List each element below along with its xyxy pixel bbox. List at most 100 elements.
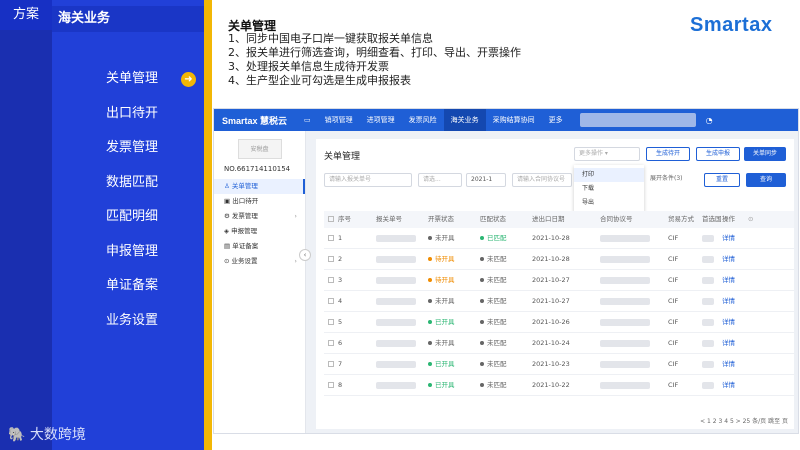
app-brand: Smartax 慧税云 bbox=[222, 115, 288, 126]
table-row[interactable]: 5 已开具 未匹配 2021-10-26 CIF 详情 bbox=[324, 312, 794, 333]
dropdown-print[interactable]: 打印 bbox=[574, 168, 644, 182]
menu-item-filing[interactable]: 单证备案 bbox=[52, 269, 204, 304]
row-checkbox[interactable] bbox=[324, 270, 338, 290]
declaration-table: 序号 报关单号 开票状态 匹配状态 进出口日期 合同协议号 贸易方式 首选国 操… bbox=[324, 211, 794, 396]
row-checkbox[interactable] bbox=[324, 228, 338, 248]
declaration-no-input[interactable]: 请输入报关单号 bbox=[324, 173, 412, 187]
nav-customs[interactable]: 海关业务 bbox=[443, 109, 486, 131]
match-status: 已匹配 bbox=[480, 228, 532, 248]
company-number[interactable]: NO.661714110154 bbox=[214, 159, 305, 173]
reset-button[interactable]: 重置 bbox=[704, 173, 740, 187]
dropdown-download[interactable]: 下载 bbox=[574, 182, 644, 196]
contract-no-input[interactable]: 请输入合同协议号 bbox=[512, 173, 572, 187]
side-item-declare[interactable]: ◈ 申报管理 bbox=[214, 224, 305, 239]
destination-redacted bbox=[702, 333, 722, 353]
side-item-export[interactable]: ▣ 出口待开 bbox=[214, 194, 305, 209]
detail-link[interactable]: 详情 bbox=[722, 333, 748, 353]
row-checkbox[interactable] bbox=[324, 312, 338, 332]
nav-purchase[interactable]: 进项管理 bbox=[360, 109, 402, 131]
detail-link[interactable]: 详情 bbox=[722, 249, 748, 269]
row-no: 7 bbox=[338, 360, 343, 368]
table-row[interactable]: 4 未开具 未匹配 2021-10-27 CIF 详情 bbox=[324, 291, 794, 312]
generate-pending-button[interactable]: 生成待开 bbox=[646, 147, 690, 161]
side-item-declaration[interactable]: ♙ 关单管理 bbox=[214, 179, 305, 194]
declaration-no-redacted bbox=[376, 291, 428, 311]
app-main: 关单管理 更多操作 ▾ 生成待开 生成申报 关单同步 请输入报关单号 请选...… bbox=[316, 139, 794, 429]
table-row[interactable]: 1 未开具 已匹配 2021-10-28 CIF 详情 bbox=[324, 228, 794, 249]
destination-redacted bbox=[702, 312, 722, 332]
invoice-status: 未开具 bbox=[428, 228, 480, 248]
row-checkbox[interactable] bbox=[324, 249, 338, 269]
side-label: 发票管理 bbox=[231, 212, 258, 220]
nav-settlement[interactable]: 采购结算协同 bbox=[486, 109, 542, 131]
point-2: 2、报关单进行筛选查询，明细查看、打印、导出、开票操作 bbox=[228, 46, 521, 59]
table-row[interactable]: 8 已开具 未匹配 2021-10-22 CIF 详情 bbox=[324, 375, 794, 396]
row-checkbox[interactable] bbox=[324, 333, 338, 353]
detail-link[interactable]: 详情 bbox=[722, 291, 748, 311]
menu-label: 发票管理 bbox=[106, 140, 159, 155]
table-row[interactable]: 2 待开具 未匹配 2021-10-28 CIF 详情 bbox=[324, 249, 794, 270]
collapse-sidebar-button[interactable]: ‹ bbox=[299, 249, 311, 261]
menu-item-customs-declaration[interactable]: 关单管理 ➜ bbox=[52, 62, 204, 97]
expand-filters-link[interactable]: 展开条件(3) bbox=[646, 173, 698, 187]
invoice-status: 已开具 bbox=[428, 354, 480, 374]
nav-icon-monitor[interactable]: ▭ bbox=[297, 109, 318, 131]
side-item-settings[interactable]: ⊙ 业务设置 › bbox=[214, 254, 305, 269]
contract-no-redacted bbox=[600, 375, 668, 395]
menu-item-export-pending[interactable]: 出口待开 bbox=[52, 97, 204, 132]
detail-link[interactable]: 详情 bbox=[722, 270, 748, 290]
menu-item-settings[interactable]: 业务设置 bbox=[52, 304, 204, 339]
nav-more[interactable]: 更多 bbox=[542, 109, 570, 131]
side-item-invoice[interactable]: ⚙ 发票管理 › bbox=[214, 209, 305, 224]
side-label: 单证备案 bbox=[232, 242, 259, 250]
row-checkbox[interactable] bbox=[324, 354, 338, 374]
detail-link[interactable]: 详情 bbox=[722, 354, 748, 374]
menu-item-invoice[interactable]: 发票管理 bbox=[52, 131, 204, 166]
nav-risk[interactable]: 发票风险 bbox=[402, 109, 444, 131]
pagination[interactable]: < 1 2 3 4 5 > 25 条/页 跳至 页 bbox=[700, 416, 788, 425]
table-row[interactable]: 6 未开具 未匹配 2021-10-24 CIF 详情 bbox=[324, 333, 794, 354]
destination-redacted bbox=[702, 375, 722, 395]
detail-link[interactable]: 详情 bbox=[722, 375, 748, 395]
io-date: 2021-10-23 bbox=[532, 360, 570, 368]
table-row[interactable]: 3 待开具 未匹配 2021-10-27 CIF 详情 bbox=[324, 270, 794, 291]
menu-item-declaration[interactable]: 申报管理 bbox=[52, 235, 204, 270]
nav-sales[interactable]: 销项管理 bbox=[318, 109, 360, 131]
row-checkbox[interactable] bbox=[324, 375, 338, 395]
io-date: 2021-10-28 bbox=[532, 255, 570, 263]
col-header: 首选国 bbox=[702, 215, 722, 223]
clock-icon[interactable]: ◔ bbox=[706, 116, 713, 125]
table-row[interactable]: 7 已开具 未匹配 2021-10-23 CIF 详情 bbox=[324, 354, 794, 375]
side-label: 出口待开 bbox=[232, 197, 259, 205]
slide-gold-divider bbox=[204, 0, 212, 450]
company-search[interactable] bbox=[579, 113, 696, 127]
side-item-filing[interactable]: ▤ 单证备案 bbox=[214, 239, 305, 254]
contract-no-redacted bbox=[600, 354, 668, 374]
trade-mode: CIF bbox=[668, 276, 679, 284]
col-header: 开票状态 bbox=[428, 215, 454, 223]
column-settings-icon[interactable]: ⊙ bbox=[748, 211, 764, 228]
doc-icon: ▤ bbox=[224, 242, 233, 250]
io-date: 2021-10-22 bbox=[532, 381, 570, 389]
match-status: 未匹配 bbox=[480, 312, 532, 332]
menu-item-match-detail[interactable]: 匹配明细 bbox=[52, 200, 204, 235]
logo-icon: 🐘 bbox=[8, 427, 30, 443]
business-tag: 海关业务 bbox=[52, 6, 204, 32]
menu-item-data-match[interactable]: 数据匹配 bbox=[52, 166, 204, 201]
generate-declare-button[interactable]: 生成申报 bbox=[696, 147, 740, 161]
row-checkbox[interactable] bbox=[324, 291, 338, 311]
detail-link[interactable]: 详情 bbox=[722, 228, 748, 248]
date-start-input[interactable]: 请选... bbox=[418, 173, 462, 187]
point-4: 4、生产型企业可勾选是生成申报报表 bbox=[228, 74, 411, 87]
menu-label: 业务设置 bbox=[106, 312, 159, 328]
row-no: 2 bbox=[338, 255, 343, 263]
menu-label: 匹配明细 bbox=[106, 209, 159, 224]
date-end-input[interactable]: 2021-1 bbox=[466, 173, 506, 187]
trade-mode: CIF bbox=[668, 234, 679, 242]
more-ops-select[interactable]: 更多操作 ▾ bbox=[574, 147, 640, 161]
dropdown-export[interactable]: 导出 bbox=[574, 196, 644, 210]
sync-button[interactable]: 关单同步 bbox=[744, 147, 786, 161]
detail-link[interactable]: 详情 bbox=[722, 312, 748, 332]
select-all-checkbox[interactable] bbox=[324, 211, 338, 228]
query-button[interactable]: 查询 bbox=[746, 173, 786, 187]
